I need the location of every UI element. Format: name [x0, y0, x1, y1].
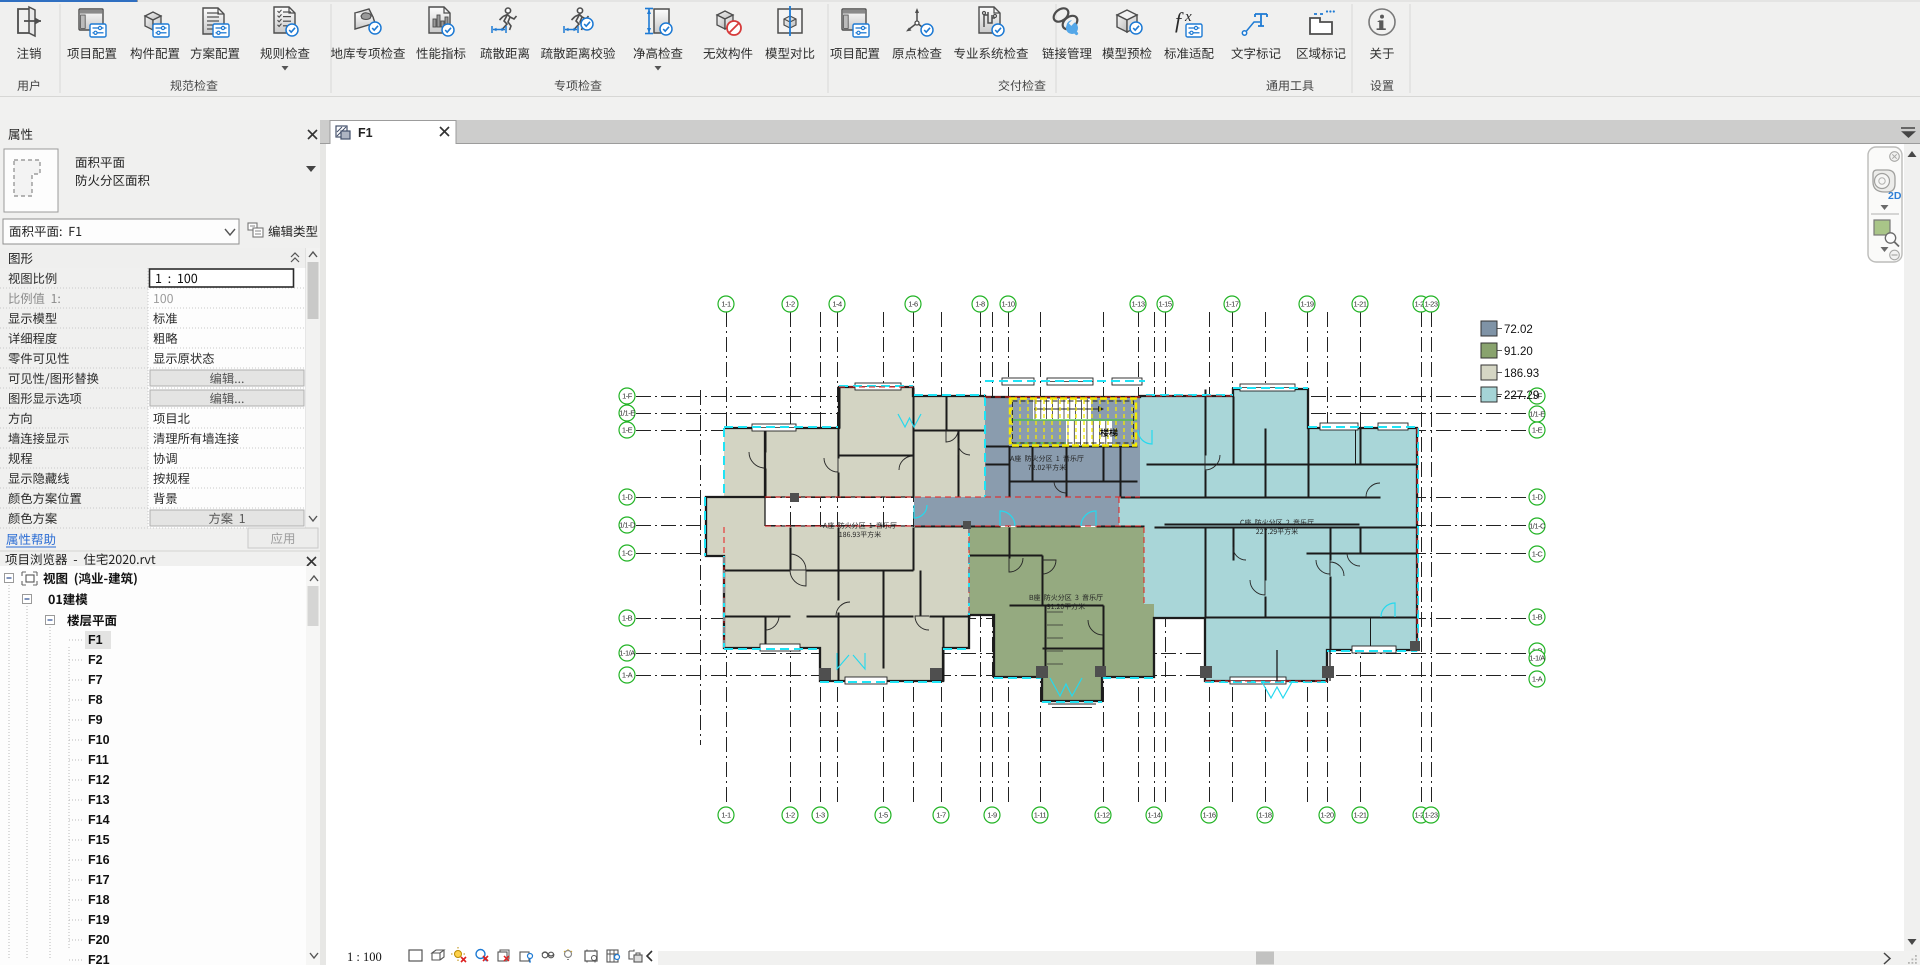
svg-text:F17: F17 — [88, 873, 110, 887]
svg-text:1-D: 1-D — [622, 493, 634, 502]
svg-text:1-1/A: 1-1/A — [1529, 654, 1545, 663]
svg-text:F12: F12 — [88, 773, 110, 787]
svg-text:F20: F20 — [88, 933, 110, 947]
svg-text:1-10: 1-10 — [1001, 300, 1014, 309]
svg-text:1-20: 1-20 — [1320, 811, 1333, 820]
svg-text:1-4: 1-4 — [832, 300, 842, 309]
svg-text:F10: F10 — [88, 733, 110, 747]
svg-text:1-B: 1-B — [622, 614, 633, 623]
svg-text:1-E: 1-E — [1532, 426, 1543, 435]
svg-text:F9: F9 — [88, 713, 103, 727]
svg-text:1-1: 1-1 — [721, 811, 731, 820]
svg-text:1-23: 1-23 — [1424, 811, 1437, 820]
svg-text:1-16: 1-16 — [1202, 811, 1215, 820]
svg-text:1-1/A: 1-1/A — [619, 649, 635, 658]
svg-text:1-19: 1-19 — [1300, 300, 1313, 309]
svg-text:72.02: 72.02 — [1504, 324, 1533, 336]
svg-text:F7: F7 — [88, 673, 103, 687]
svg-text:1-C: 1-C — [1532, 550, 1544, 559]
svg-text:1 : 100: 1 : 100 — [347, 950, 382, 964]
svg-text:1/1-E: 1/1-E — [619, 409, 635, 418]
svg-text:1-18: 1-18 — [1258, 811, 1271, 820]
svg-text:x: x — [1184, 9, 1192, 25]
svg-text:F15: F15 — [88, 833, 110, 847]
svg-text:1-F: 1-F — [622, 392, 633, 401]
svg-text:F18: F18 — [88, 893, 110, 907]
svg-text:F16: F16 — [88, 853, 110, 867]
svg-text:F1: F1 — [358, 126, 373, 140]
svg-text:1-23: 1-23 — [1424, 300, 1437, 309]
svg-text:1/1-C: 1/1-C — [1529, 522, 1546, 531]
svg-text:1/1-D: 1/1-D — [619, 521, 636, 530]
svg-text:F14: F14 — [88, 813, 110, 827]
svg-text:1-14: 1-14 — [1147, 811, 1160, 820]
svg-text:F11: F11 — [88, 753, 109, 767]
svg-text:1-C: 1-C — [622, 549, 634, 558]
svg-text:1-5: 1-5 — [878, 811, 888, 820]
svg-text:1-A: 1-A — [1532, 675, 1543, 684]
svg-text:1-2: 1-2 — [785, 811, 795, 820]
svg-text:F13: F13 — [88, 793, 110, 807]
svg-text:1-1: 1-1 — [721, 300, 731, 309]
svg-text:1-21: 1-21 — [1353, 300, 1366, 309]
svg-text:1-7: 1-7 — [936, 811, 946, 820]
svg-text:1-9: 1-9 — [987, 811, 997, 820]
svg-text:186.93: 186.93 — [1504, 368, 1539, 380]
svg-text:1-D: 1-D — [1532, 493, 1544, 502]
svg-text:1-17: 1-17 — [1225, 300, 1238, 309]
svg-text:F8: F8 — [88, 693, 103, 707]
svg-text:1-13: 1-13 — [1131, 300, 1144, 309]
svg-text:F2: F2 — [88, 653, 103, 667]
svg-text:1-B: 1-B — [1532, 613, 1543, 622]
svg-text:F21: F21 — [88, 953, 110, 965]
svg-text:F19: F19 — [88, 913, 110, 927]
svg-text:227.29: 227.29 — [1504, 390, 1539, 402]
svg-text:1-8: 1-8 — [975, 300, 985, 309]
svg-text:F1: F1 — [88, 633, 103, 647]
svg-text:1-E: 1-E — [622, 426, 633, 435]
svg-text:91.20: 91.20 — [1504, 346, 1533, 358]
svg-text:1-11: 1-11 — [1034, 811, 1047, 820]
svg-text:1-A: 1-A — [622, 671, 633, 680]
svg-text:1-15: 1-15 — [1158, 300, 1171, 309]
svg-text:1-3: 1-3 — [815, 811, 825, 820]
svg-text:1-12: 1-12 — [1096, 811, 1109, 820]
svg-text:1-2: 1-2 — [785, 300, 795, 309]
svg-text:1-6: 1-6 — [908, 300, 918, 309]
svg-text:1-21: 1-21 — [1353, 811, 1366, 820]
svg-text:1/1-E: 1/1-E — [1529, 410, 1545, 419]
svg-text:2D: 2D — [1888, 190, 1902, 202]
